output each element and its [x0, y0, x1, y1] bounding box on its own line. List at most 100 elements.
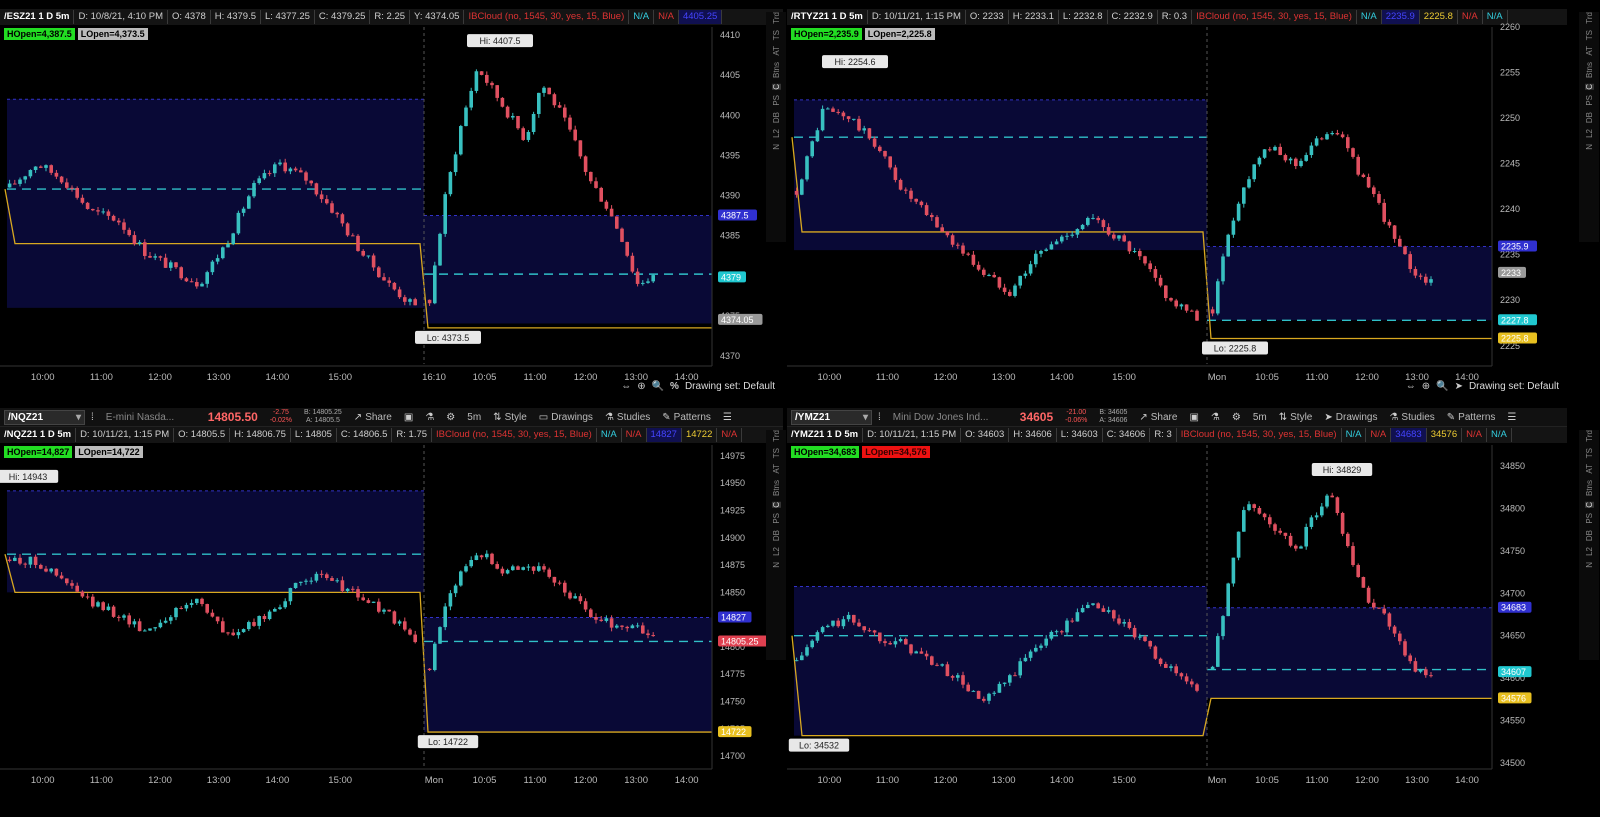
gear-icon[interactable]: ⚙: [1226, 412, 1247, 423]
candle-body: [377, 601, 381, 612]
y-tick-label: 14975: [720, 451, 745, 461]
chart-pane-ym[interactable]: /YMZ21 1 D 5m D: 10/11/21, 1:15 PM O: 34…: [787, 427, 1567, 811]
side-tab-trd[interactable]: Trd: [1585, 12, 1594, 24]
link-icon[interactable]: ⁞: [85, 412, 100, 423]
side-tab-ps[interactable]: PS: [772, 513, 781, 524]
side-tab-at[interactable]: AT: [772, 46, 781, 56]
side-tab-l2[interactable]: L2: [772, 547, 781, 556]
patterns-button[interactable]: ✎ Patterns: [656, 412, 717, 423]
candle-body: [1340, 512, 1345, 534]
timeframe-button[interactable]: 5m: [1247, 412, 1273, 423]
candle-body: [1002, 287, 1007, 292]
side-tab-c[interactable]: C: [1584, 501, 1594, 508]
side-tabs-top-right: Trd TS AT Btns C PS DB L2 N: [1579, 12, 1599, 242]
link-icon[interactable]: ⁞: [872, 412, 887, 423]
price-tag: 2235.9: [1501, 242, 1529, 252]
side-tab-btns[interactable]: Btns: [1585, 62, 1594, 78]
candle-body: [1138, 250, 1142, 257]
candle-body: [1054, 241, 1059, 245]
side-tab-n[interactable]: N: [772, 562, 781, 568]
share-button[interactable]: ↗ Share: [1133, 412, 1183, 423]
candlestick-chart[interactable]: Hi: 2254.6 Lo: 2225.8 2260 2255 2250 2245 2240…: [787, 9, 1567, 393]
candle-body: [641, 625, 645, 634]
candlestick-chart[interactable]: Hi: 4407.5 Lo: 4373.5 4410 4405 4400 4395 4390…: [0, 9, 783, 393]
side-tab-db[interactable]: DB: [772, 530, 781, 541]
crosshair-icon[interactable]: ⊕: [1422, 381, 1430, 392]
side-tab-btns[interactable]: Btns: [1585, 480, 1594, 496]
menu-icon[interactable]: ☰: [717, 412, 738, 423]
side-tab-ps[interactable]: PS: [772, 95, 781, 106]
side-tab-at[interactable]: AT: [1585, 46, 1594, 56]
candle-body: [1034, 647, 1038, 652]
candlestick-chart[interactable]: Hi: 14943 Lo: 14722 14975 14950 14925 14900 14…: [0, 427, 783, 811]
side-tab-ts[interactable]: TS: [772, 448, 781, 458]
side-tab-n[interactable]: N: [772, 144, 781, 150]
side-tab-n[interactable]: N: [1585, 562, 1594, 568]
percent-icon[interactable]: %: [670, 381, 679, 392]
flask-icon[interactable]: ⚗: [1205, 412, 1226, 423]
side-tab-c[interactable]: C: [771, 501, 781, 508]
symbol-selector[interactable]: /NQZ21: [4, 409, 85, 425]
snapshot-icon[interactable]: ▣: [398, 412, 419, 423]
chart-pane-nq[interactable]: /NQZ21 1 D 5m D: 10/11/21, 1:15 PM O: 14…: [0, 427, 783, 811]
side-tab-l2[interactable]: L2: [1585, 129, 1594, 138]
side-tab-at[interactable]: AT: [772, 464, 781, 474]
side-tab-db[interactable]: DB: [1585, 530, 1594, 541]
cursor-icon[interactable]: ➤: [1455, 381, 1463, 392]
side-tab-trd[interactable]: Trd: [772, 12, 781, 24]
side-tab-n[interactable]: N: [1585, 144, 1594, 150]
drawings-button[interactable]: ➤ Drawings: [1318, 412, 1383, 423]
candle-body: [919, 201, 924, 206]
studies-button[interactable]: ⚗ Studies: [599, 412, 656, 423]
candle-body: [413, 634, 417, 643]
pan-icon[interactable]: ⇔: [621, 381, 631, 392]
side-tab-ts[interactable]: TS: [772, 30, 781, 40]
zoom-icon[interactable]: 🔍: [1436, 381, 1448, 392]
timeframe-button[interactable]: 5m: [461, 412, 487, 423]
side-tab-trd[interactable]: Trd: [772, 430, 781, 442]
symbol-selector[interactable]: /YMZ21: [791, 409, 872, 425]
snapshot-icon[interactable]: ▣: [1183, 412, 1204, 423]
side-tab-trd[interactable]: Trd: [1585, 430, 1594, 442]
chart-pane-rty[interactable]: /RTYZ21 1 D 5m D: 10/11/21, 1:15 PM O: 2…: [787, 9, 1567, 393]
side-tab-ts[interactable]: TS: [1585, 448, 1594, 458]
side-tab-c[interactable]: C: [771, 83, 781, 90]
studies-button[interactable]: ⚗ Studies: [1383, 412, 1440, 423]
y-tick-label: 4405: [720, 70, 740, 80]
low-callout: Lo: 2225.8: [1214, 343, 1257, 353]
drawings-button[interactable]: ▭ Drawings: [533, 412, 599, 423]
side-tab-c[interactable]: C: [1584, 83, 1594, 90]
side-tab-btns[interactable]: Btns: [772, 62, 781, 78]
price-tag: 14805.25: [721, 636, 759, 646]
side-tab-ts[interactable]: TS: [1585, 30, 1594, 40]
candle-body: [557, 582, 562, 584]
candlestick-chart[interactable]: Hi: 34829 Lo: 34532 34850 34800 34750 34700 34…: [787, 427, 1567, 811]
side-tab-at[interactable]: AT: [1585, 464, 1594, 474]
drawing-set-label[interactable]: Drawing set: Default: [685, 381, 775, 392]
candle-body: [1075, 229, 1080, 235]
flask-icon[interactable]: ⚗: [419, 412, 440, 423]
side-tab-l2[interactable]: L2: [772, 129, 781, 138]
side-tab-db[interactable]: DB: [772, 112, 781, 123]
side-tab-ps[interactable]: PS: [1585, 95, 1594, 106]
candle-body: [1418, 669, 1423, 672]
share-button[interactable]: ↗ Share: [348, 412, 398, 423]
crosshair-icon[interactable]: ⊕: [637, 381, 645, 392]
candle-body: [7, 559, 12, 561]
menu-icon[interactable]: ☰: [1501, 412, 1522, 423]
chart-pane-es[interactable]: /ESZ21 1 D 5m D: 10/8/21, 4:10 PM O: 437…: [0, 9, 783, 393]
drawing-set-label[interactable]: Drawing set: Default: [1469, 381, 1559, 392]
side-tab-ps[interactable]: PS: [1585, 513, 1594, 524]
patterns-button[interactable]: ✎ Patterns: [1441, 412, 1502, 423]
style-button[interactable]: ⇅ Style: [1273, 412, 1319, 423]
side-tab-db[interactable]: DB: [1585, 112, 1594, 123]
candle-body: [1065, 235, 1069, 237]
pan-icon[interactable]: ⇔: [1406, 381, 1416, 392]
side-tab-l2[interactable]: L2: [1585, 547, 1594, 556]
side-tab-btns[interactable]: Btns: [772, 480, 781, 496]
candle-body: [1361, 174, 1366, 178]
style-button[interactable]: ⇅ Style: [487, 412, 533, 423]
zoom-icon[interactable]: 🔍: [652, 381, 664, 392]
gear-icon[interactable]: ⚙: [440, 412, 461, 423]
candle-body: [163, 257, 168, 268]
